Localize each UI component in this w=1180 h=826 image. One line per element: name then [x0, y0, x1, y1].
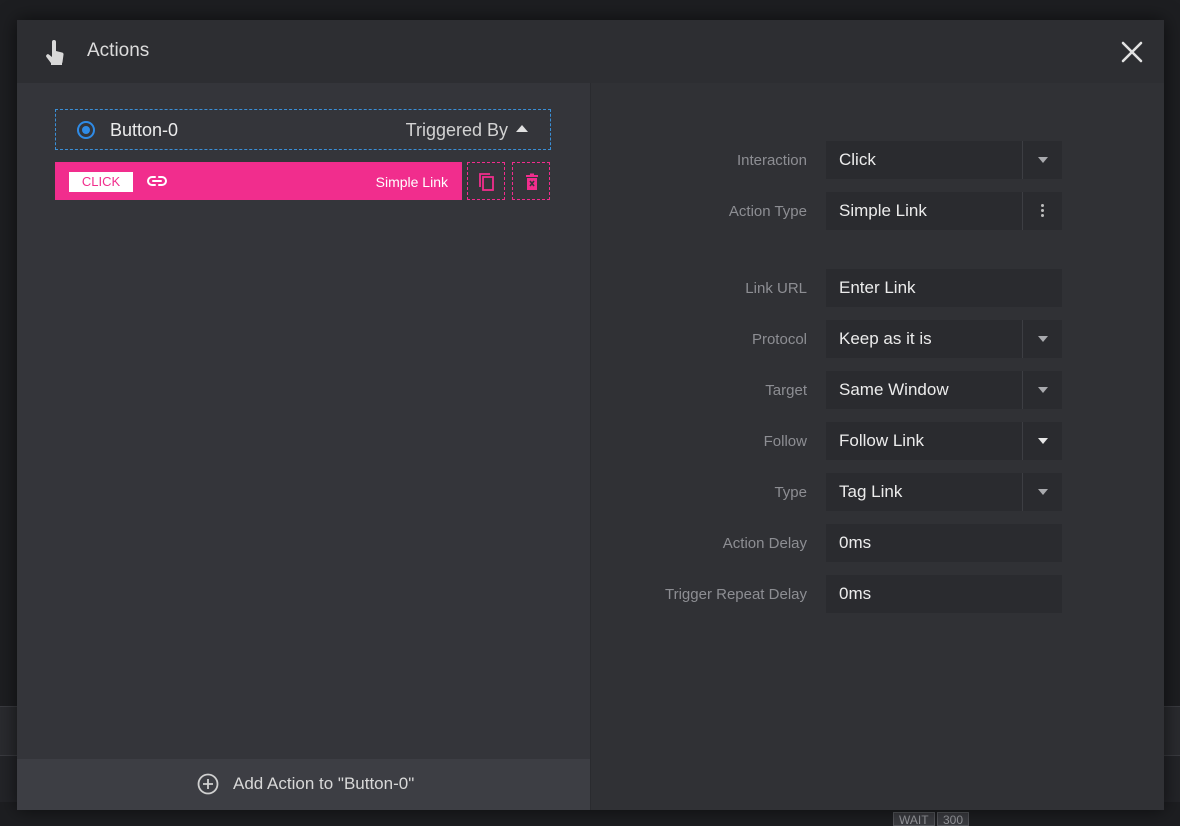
link-url-value: Enter Link [839, 278, 916, 297]
chevron-down-icon [1038, 438, 1048, 444]
chevron-down-icon [1038, 387, 1048, 393]
action-type-select[interactable]: Simple Link [826, 192, 1062, 230]
trigger-repeat-delay-input[interactable]: 0ms [826, 575, 1062, 613]
action-type-menu-button[interactable] [1022, 192, 1062, 230]
type-value: Tag Link [839, 482, 903, 501]
action-delay-value: 0ms [839, 533, 872, 552]
target-value: Same Window [839, 380, 949, 399]
action-type-field-label: Action Type [728, 203, 807, 220]
background-wait-badge: WAIT [893, 812, 935, 826]
follow-dropdown[interactable]: Follow Link [826, 422, 1062, 460]
link-url-input[interactable]: Enter Link [826, 269, 1062, 307]
type-dropdown[interactable]: Tag Link [826, 473, 1062, 511]
link-url-label: Link URL [745, 280, 807, 297]
close-icon[interactable] [1117, 37, 1147, 67]
type-label: Type [774, 484, 807, 501]
trigger-radio[interactable] [77, 121, 95, 139]
duplicate-action-button[interactable] [467, 162, 505, 200]
background-wait-value: 300 [937, 812, 970, 826]
interaction-dropdown-toggle[interactable] [1022, 141, 1062, 179]
more-vertical-icon [1041, 204, 1044, 218]
action-delay-label: Action Delay [722, 535, 807, 552]
chevron-down-icon [1038, 489, 1048, 495]
chevron-down-icon [1038, 157, 1048, 163]
protocol-dropdown-toggle[interactable] [1022, 320, 1062, 358]
hand-pointer-icon [46, 40, 64, 65]
action-delay-input[interactable]: 0ms [826, 524, 1062, 562]
add-action-button[interactable]: Add Action to "Button-0" [17, 759, 590, 810]
actions-list-pane: Button-0 Triggered By CLICK Simple Link [17, 83, 590, 810]
actions-modal: Actions Button-0 Triggered By CLICK Simp… [17, 20, 1164, 810]
chevron-down-icon [1038, 336, 1048, 342]
protocol-value: Keep as it is [839, 329, 932, 348]
plus-circle-icon [197, 773, 219, 795]
follow-value: Follow Link [839, 431, 925, 450]
action-item[interactable]: CLICK Simple Link [55, 162, 462, 200]
action-type-label: Simple Link [375, 174, 448, 190]
target-label: Target [765, 382, 807, 399]
action-type-value: Simple Link [839, 201, 927, 220]
trigger-element-name: Button-0 [110, 120, 179, 140]
follow-dropdown-toggle[interactable] [1022, 422, 1062, 460]
action-settings-pane: Interaction Click Action Type Simple Lin… [591, 83, 1164, 810]
modal-title: Actions [87, 40, 150, 61]
trigger-repeat-delay-value: 0ms [839, 584, 872, 603]
modal-header: Actions [17, 20, 1164, 83]
link-icon [147, 176, 167, 186]
protocol-label: Protocol [751, 331, 807, 348]
caret-up-icon[interactable] [516, 125, 528, 132]
interaction-value: Click [839, 150, 876, 169]
target-dropdown-toggle[interactable] [1022, 371, 1062, 409]
trash-icon [526, 173, 538, 190]
event-badge: CLICK [69, 172, 133, 192]
follow-label: Follow [763, 433, 807, 450]
add-action-label: Add Action to "Button-0" [233, 774, 415, 793]
copy-icon [479, 173, 494, 191]
target-dropdown[interactable]: Same Window [826, 371, 1062, 409]
trigger-element-row[interactable]: Button-0 Triggered By [55, 109, 551, 150]
type-dropdown-toggle[interactable] [1022, 473, 1062, 511]
trigger-repeat-delay-label: Trigger Repeat Delay [664, 586, 807, 603]
triggered-by-toggle[interactable]: Triggered By [406, 120, 508, 141]
interaction-dropdown[interactable]: Click [826, 141, 1062, 179]
interaction-label: Interaction [736, 152, 807, 169]
protocol-dropdown[interactable]: Keep as it is [826, 320, 1062, 358]
delete-action-button[interactable] [512, 162, 550, 200]
